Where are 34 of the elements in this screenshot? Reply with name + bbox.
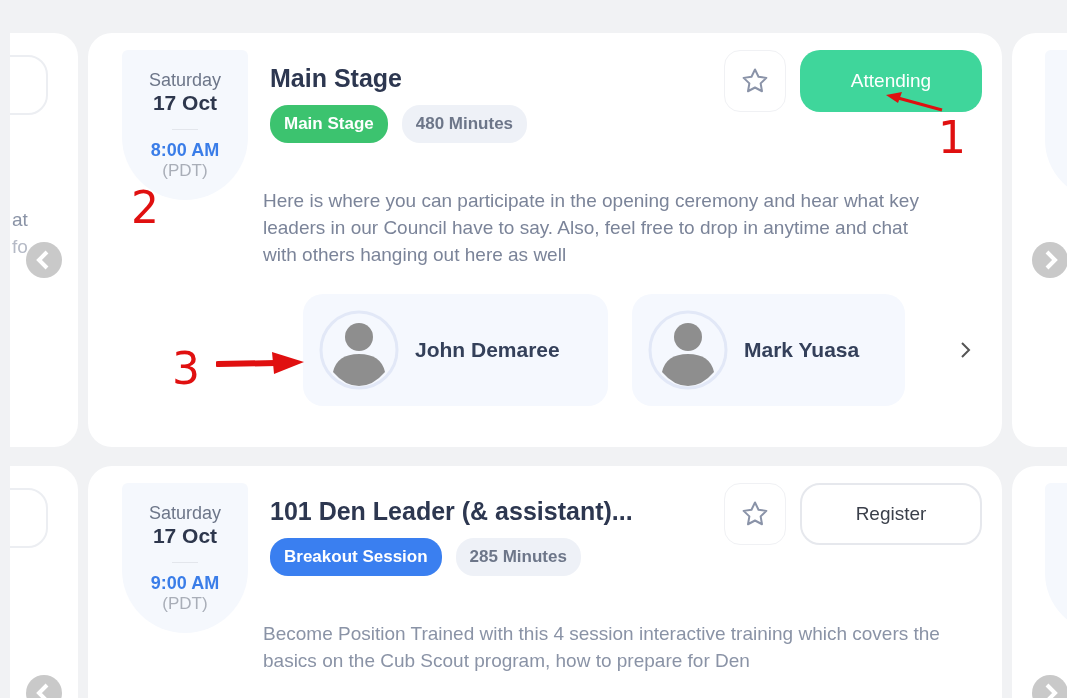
next-icon[interactable] [1032,242,1067,278]
category-tag: Breakout Session [270,538,442,576]
annotation-arrow [884,90,944,114]
speaker-name: John Demaree [415,338,560,362]
avatar-icon [319,310,399,390]
annotation-number: 3 [172,347,200,391]
avatar-icon [648,310,728,390]
previous-icon[interactable] [26,242,62,278]
duration-tag: 285 Minutes [455,538,581,576]
session-title: 101 Den Leader (& assistant)... [270,497,634,526]
speaker-card[interactable]: John Demaree [303,294,608,406]
date-label: 17 Oct [152,524,218,548]
chevron-right-icon[interactable] [959,340,971,360]
annotation-number: 2 [131,186,159,230]
card-text: fo [12,236,28,258]
speaker-name: Mark Yuasa [744,338,860,362]
session-description: Here is where you can participate in the opening ceremony and hear what key leaders in our Council have to say. Also, feel free to drop in anytime and chat with others hanging out here as well [263,189,920,267]
day-label: Saturday [148,503,221,524]
annotation-number: 1 [938,116,966,160]
session-description: Become Position Trained with this 4 session interactive training which covers the basics on the Cub Scout program, how to prepare for Den [263,622,941,673]
category-tag: Main Stage [270,105,388,143]
time-label: 9:00 AM [150,573,220,594]
timezone-label: (PDT) [162,161,208,181]
timezone-label: (PDT) [162,594,208,614]
session-title: Main Stage [270,64,403,93]
card-text: at [12,209,28,231]
time-label: 8:00 AM [150,140,220,161]
speaker-card[interactable]: Mark Yuasa [632,294,905,406]
favorite-button[interactable] [724,50,786,112]
register-button[interactable]: Register [800,483,982,545]
duration-tag: 480 Minutes [401,105,528,143]
day-label: Saturday [148,70,221,91]
favorite-button[interactable] [724,483,786,545]
date-label: 17 Oct [152,91,218,115]
